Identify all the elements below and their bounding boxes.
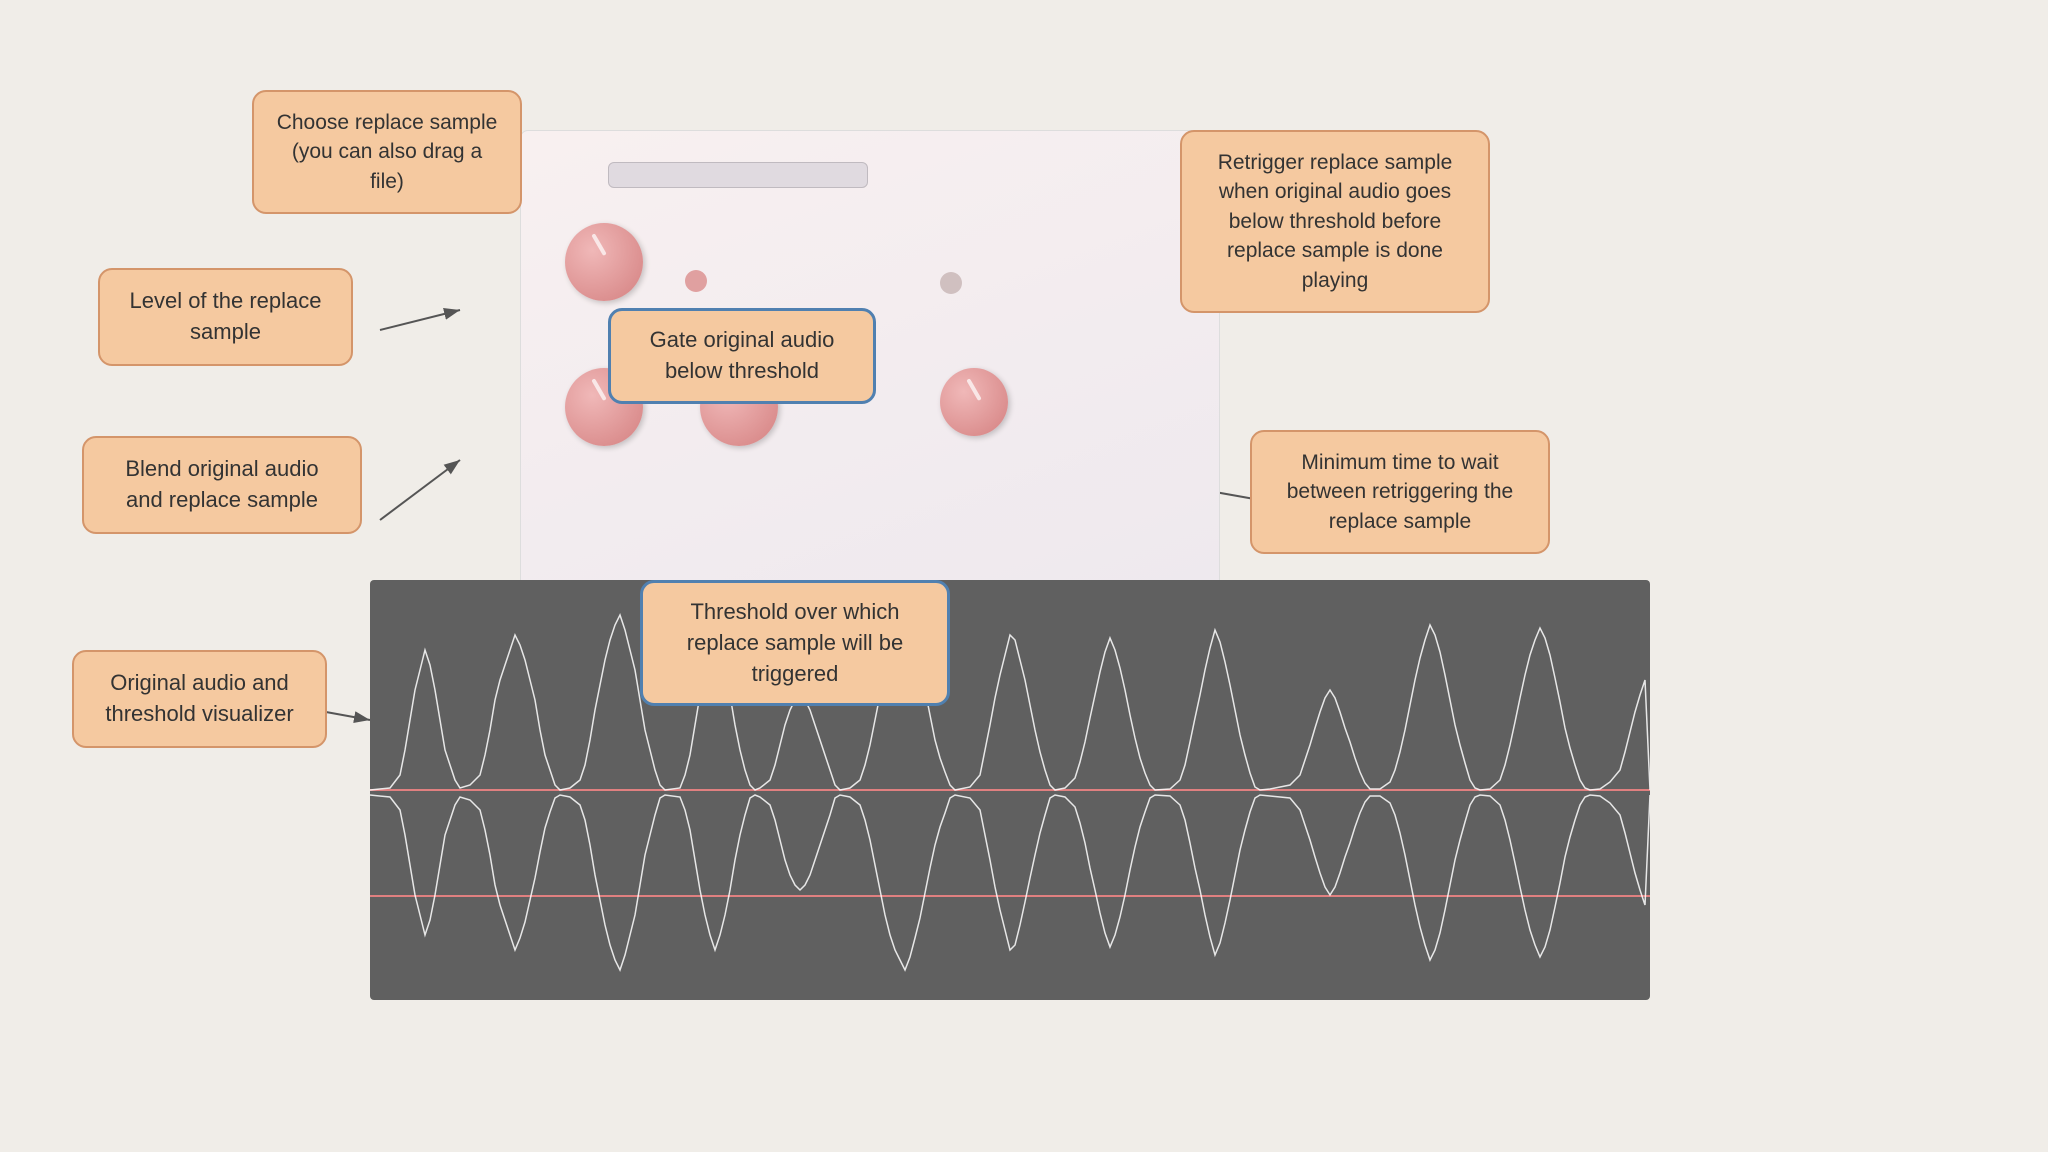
retrigger-annotation: Retrigger replace sample when original a… (1180, 130, 1490, 313)
file-selector[interactable] (608, 162, 868, 188)
replace-level-text: Level of the replace sample (129, 288, 321, 344)
retrigger-hold-group (940, 360, 1008, 442)
blend-annotation: Blend original audio and replace sample (82, 436, 362, 534)
retrigger-dot[interactable] (940, 272, 962, 294)
choose-sample-text: Choose replace sample (you can also drag… (277, 111, 498, 193)
retrigger-text: Retrigger replace sample when original a… (1218, 151, 1453, 292)
original-audio-annotation: Original audio and threshold visualizer (72, 650, 327, 748)
gate-text: Gate original audio below threshold (650, 327, 835, 383)
gate-annotation: Gate original audio below threshold (608, 308, 876, 404)
replace-level-annotation: Level of the replace sample (98, 268, 353, 366)
replace-level-group (565, 215, 643, 307)
gate-group (685, 270, 717, 292)
choose-sample-annotation: Choose replace sample (you can also drag… (252, 90, 522, 214)
retrigger-hold-annotation: Minimum time to wait between retriggerin… (1250, 430, 1550, 554)
waveform-svg (370, 580, 1650, 1000)
gate-dot[interactable] (685, 270, 707, 292)
retrigger-group (940, 272, 972, 294)
replace-level-knob[interactable] (565, 223, 643, 301)
retrigger-hold-knob[interactable] (940, 368, 1008, 436)
waveform-area (370, 580, 1650, 1000)
threshold-text: Threshold over which replace sample will… (687, 599, 903, 686)
retrigger-hold-text: Minimum time to wait between retriggerin… (1287, 451, 1513, 533)
blend-text: Blend original audio and replace sample (125, 456, 318, 512)
threshold-annotation: Threshold over which replace sample will… (640, 580, 950, 706)
original-audio-text: Original audio and threshold visualizer (105, 670, 293, 726)
